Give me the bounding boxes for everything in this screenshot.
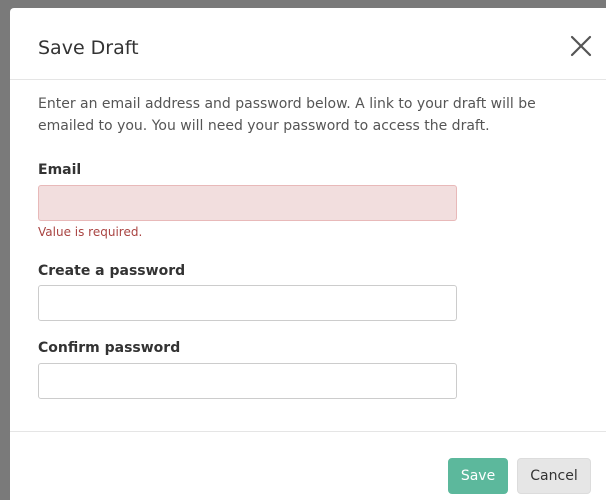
password-field[interactable] (38, 285, 457, 321)
close-button[interactable] (569, 34, 593, 58)
password-label: Create a password (38, 263, 186, 279)
email-error-text: Value is required. (38, 225, 143, 239)
confirm-password-label: Confirm password (38, 340, 181, 356)
dialog-body: Enter an email address and password belo… (10, 80, 606, 431)
intro-text: Enter an email address and password belo… (38, 96, 536, 134)
save-draft-dialog: Save Draft Enter an email address and pa… (10, 8, 606, 500)
close-icon (570, 35, 592, 57)
email-field[interactable] (38, 185, 457, 221)
email-label: Email (38, 162, 82, 178)
confirm-password-field[interactable] (38, 363, 457, 399)
cancel-button[interactable]: Cancel (517, 458, 591, 494)
dialog-title: Save Draft (38, 37, 139, 59)
dialog-footer: Save Cancel (10, 431, 606, 500)
save-button[interactable]: Save (448, 458, 508, 494)
dialog-header: Save Draft (10, 8, 606, 80)
